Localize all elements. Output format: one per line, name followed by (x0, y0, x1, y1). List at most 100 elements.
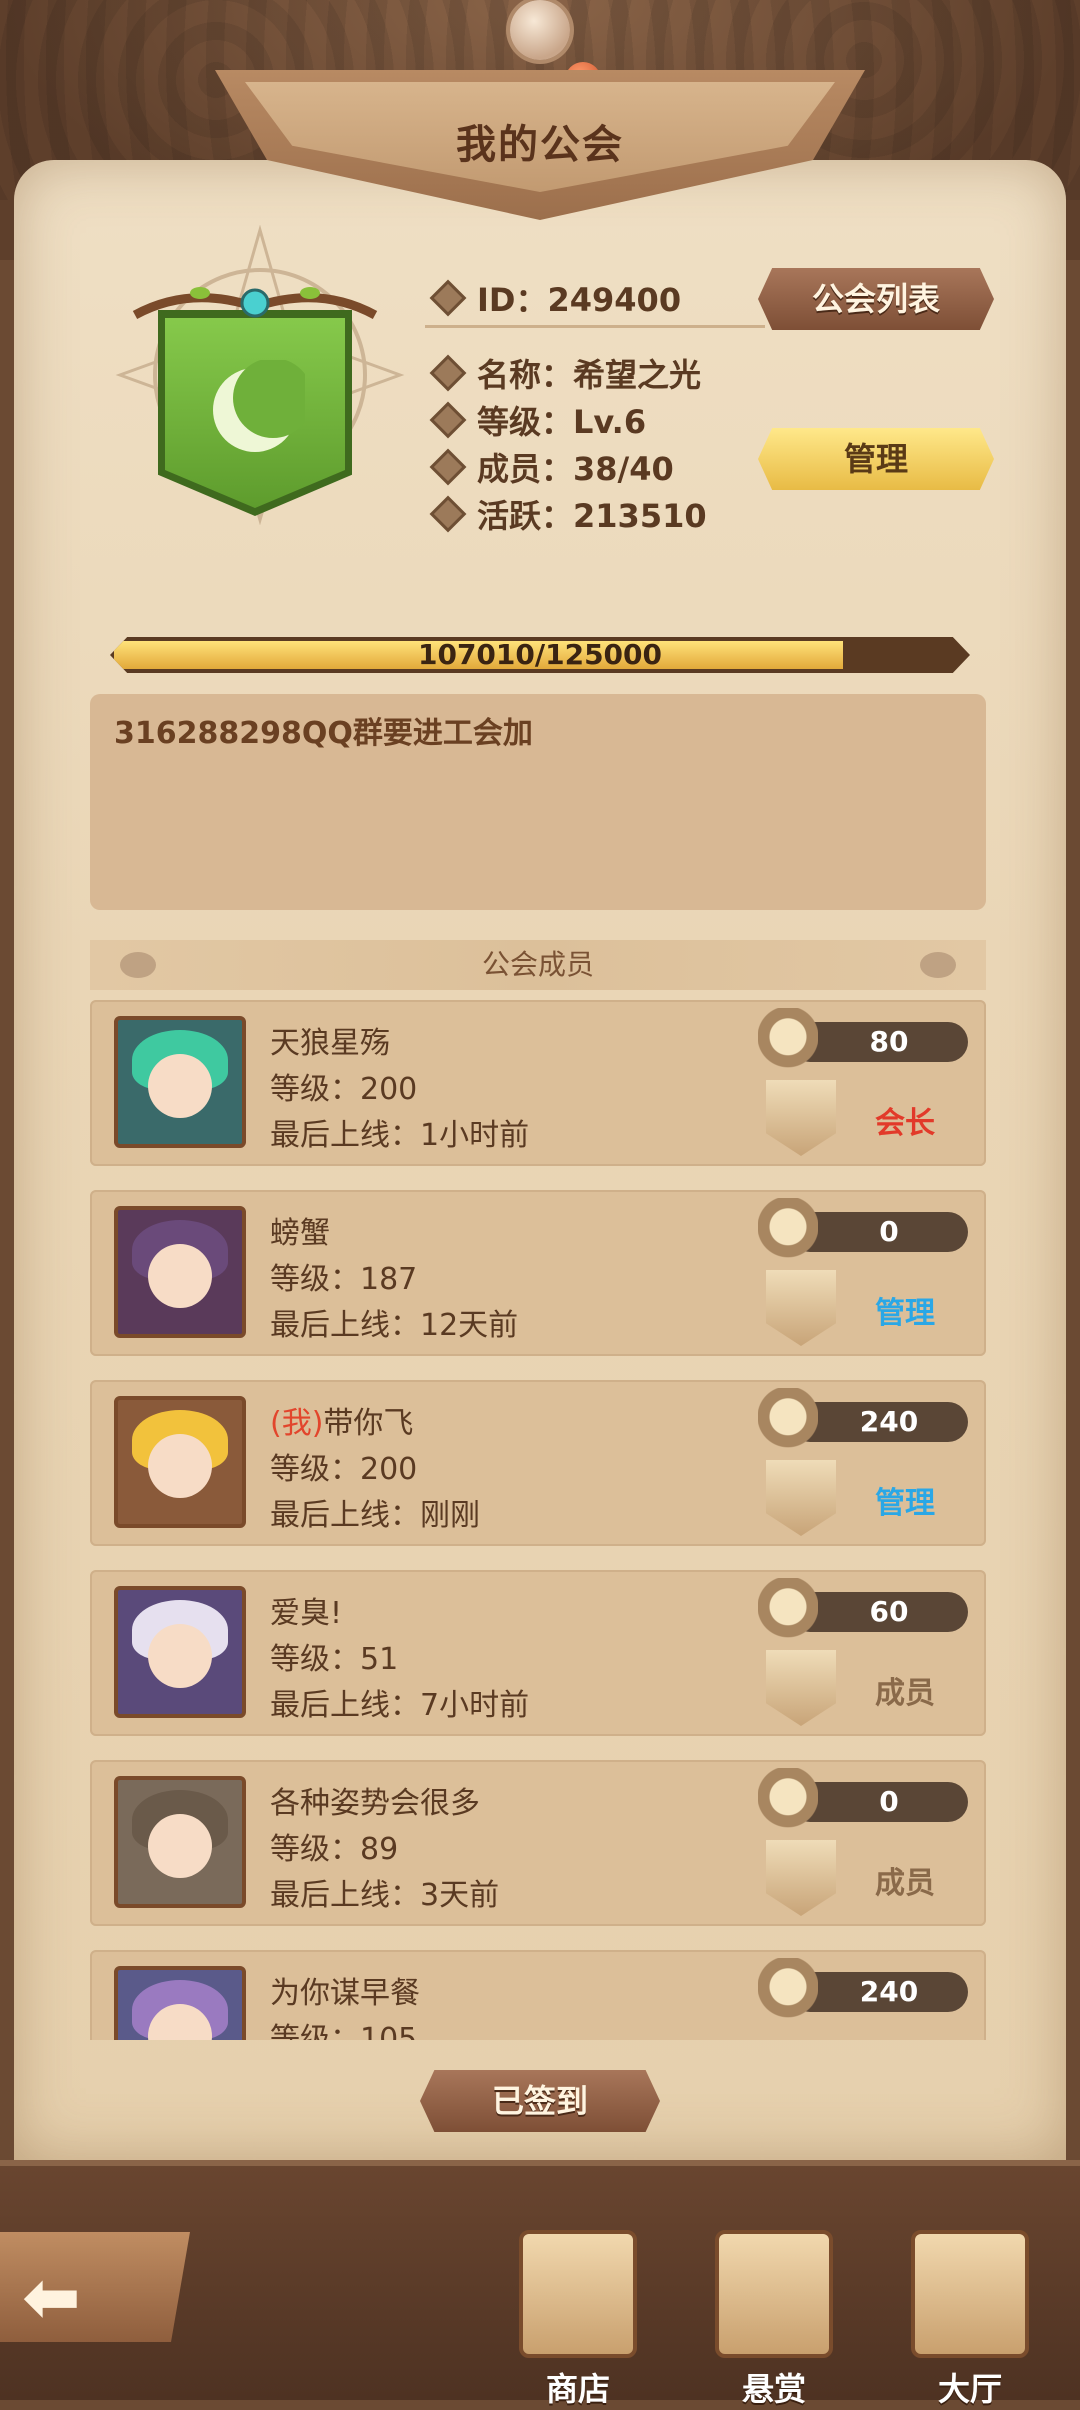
guild-members-row: 成员：38/40 (429, 444, 674, 490)
member-level: 等级：200 (270, 1072, 418, 1107)
member-avatar[interactable] (114, 1206, 246, 1338)
star-badge-icon (758, 1388, 818, 1452)
member-avatar[interactable] (114, 1016, 246, 1148)
manage-button[interactable]: 管理 (758, 428, 994, 490)
guild-name-value: 希望之光 (573, 356, 702, 394)
avatar-face (148, 1624, 212, 1688)
member-name: 各种姿势会很多 (270, 1778, 480, 1822)
back-arrow-icon: ⬅ (22, 2256, 81, 2338)
nav-hall-label: 大厅 (937, 2370, 1002, 2408)
orb-icon (510, 0, 570, 60)
page-title: 我的公会 (456, 122, 624, 168)
member-last-online: 最后上线：刚刚 (270, 1498, 480, 1533)
guild-id-label: ID： (477, 281, 548, 319)
member-card[interactable]: (我)带你飞 等级：200 最后上线：刚刚 240 管理 (90, 1380, 986, 1546)
member-card[interactable]: 各种姿势会很多 等级：89 最后上线：3天前 0 成员 (90, 1760, 986, 1926)
member-rank: 管理 (875, 1296, 935, 1331)
star-badge-icon (758, 1958, 818, 2022)
guild-id-value: 249400 (547, 281, 682, 319)
member-name-text: 各种姿势会很多 (270, 1786, 480, 1821)
ornament-icon (920, 952, 956, 978)
guild-activity-row: 活跃：213510 (429, 491, 707, 537)
member-avatar[interactable] (114, 1776, 246, 1908)
avatar-face (148, 1244, 212, 1308)
shop-icon (519, 2230, 637, 2358)
crossed-swords-shield-icon (766, 1460, 836, 1536)
diamond-bullet-icon (429, 448, 467, 486)
divider (425, 325, 765, 328)
crescent-moon-icon (213, 360, 305, 452)
star-badge-icon (758, 1578, 818, 1642)
member-name: (我)带你飞 (270, 1398, 413, 1442)
diamond-bullet-icon (429, 279, 467, 317)
star-badge-icon (758, 1008, 818, 1072)
guild-exp-text: 107010/125000 (417, 638, 662, 671)
member-last-online: 最后上线：12天前 (270, 1308, 519, 1343)
crossed-swords-shield-icon (766, 1840, 836, 1916)
nav-bounty[interactable]: 悬赏 (704, 2230, 844, 2410)
member-card[interactable]: 爱臭! 等级：51 最后上线：7小时前 60 成员 (90, 1570, 986, 1736)
hall-icon (911, 2230, 1029, 2358)
member-name: 螃蟹 (270, 1208, 330, 1252)
guild-id-row: ID：249400 (429, 275, 682, 321)
diamond-bullet-icon (429, 495, 467, 533)
member-avatar[interactable] (114, 1966, 246, 2040)
crossed-swords-shield-icon (766, 1080, 836, 1156)
guild-activity-label: 活跃： (477, 497, 574, 535)
member-name: 天狼星殇 (270, 1018, 390, 1062)
me-tag: (我) (270, 1406, 324, 1441)
guild-members-value: 38/40 (573, 450, 674, 488)
avatar-face (148, 1814, 212, 1878)
member-name-text: 为你谋早餐 (270, 1976, 420, 2011)
member-card[interactable]: 天狼星殇 等级：200 最后上线：1小时前 80 会长 (90, 1000, 986, 1166)
member-level: 等级：51 (270, 1642, 399, 1677)
guild-list-button[interactable]: 公会列表 (758, 268, 994, 330)
member-avatar[interactable] (114, 1396, 246, 1528)
bounty-icon (715, 2230, 833, 2358)
crossed-swords-shield-icon (766, 1270, 836, 1346)
member-name-text: 带你飞 (323, 1406, 414, 1441)
members-section-header: 公会成员 (90, 940, 986, 990)
member-rank: 管理 (875, 1486, 935, 1521)
nav-shop[interactable]: 商店 (508, 2230, 648, 2410)
member-card[interactable]: 为你谋早餐 等级：105 240 (90, 1950, 986, 2040)
guild-notice-text: 316288298QQ群要进工会加 (114, 716, 533, 751)
guild-notice[interactable]: 316288298QQ群要进工会加 (90, 694, 986, 910)
guild-level-value: Lv.6 (573, 403, 647, 441)
member-avatar[interactable] (114, 1586, 246, 1718)
guild-members-label: 成员： (477, 450, 574, 488)
nav-shop-label: 商店 (545, 2370, 610, 2408)
guild-level-row: 等级：Lv.6 (429, 397, 647, 443)
member-level: 等级：105 (270, 2022, 418, 2040)
member-rank: 会长 (875, 1106, 935, 1141)
member-level: 等级：200 (270, 1452, 418, 1487)
diamond-bullet-icon (429, 354, 467, 392)
avatar-face (148, 1054, 212, 1118)
ornament-icon (120, 952, 156, 978)
guild-exp-bar: 107010/125000 (110, 637, 970, 673)
member-last-online: 最后上线：1小时前 (270, 1118, 530, 1153)
member-card[interactable]: 螃蟹 等级：187 最后上线：12天前 0 管理 (90, 1190, 986, 1356)
member-name-text: 爱臭! (270, 1596, 343, 1631)
members-section-title: 公会成员 (481, 948, 594, 981)
member-level: 等级：89 (270, 1832, 399, 1867)
nav-bounty-label: 悬赏 (741, 2370, 806, 2408)
member-name: 爱臭! (270, 1588, 342, 1632)
member-last-online: 最后上线：7小时前 (270, 1688, 530, 1723)
member-rank: 成员 (875, 1866, 935, 1901)
member-name-text: 螃蟹 (270, 1216, 330, 1251)
member-name-text: 天狼星殇 (270, 1026, 390, 1061)
nav-hall[interactable]: 大厅 (900, 2230, 1040, 2410)
branch-crown-icon (132, 287, 378, 319)
guild-name-label: 名称： (477, 356, 574, 394)
guild-name-row: 名称：希望之光 (429, 350, 702, 396)
star-badge-icon (758, 1768, 818, 1832)
member-level: 等级：187 (270, 1262, 418, 1297)
star-badge-icon (758, 1198, 818, 1262)
member-list[interactable]: 天狼星殇 等级：200 最后上线：1小时前 80 会长 螃蟹 等级：187 最后上线：12天前… (90, 1000, 986, 2040)
guild-activity-value: 213510 (573, 497, 707, 535)
member-last-online: 最后上线：3天前 (270, 1878, 500, 1913)
sign-in-button[interactable]: 已签到 (420, 2070, 660, 2132)
diamond-bullet-icon (429, 401, 467, 439)
avatar-face (148, 1434, 212, 1498)
